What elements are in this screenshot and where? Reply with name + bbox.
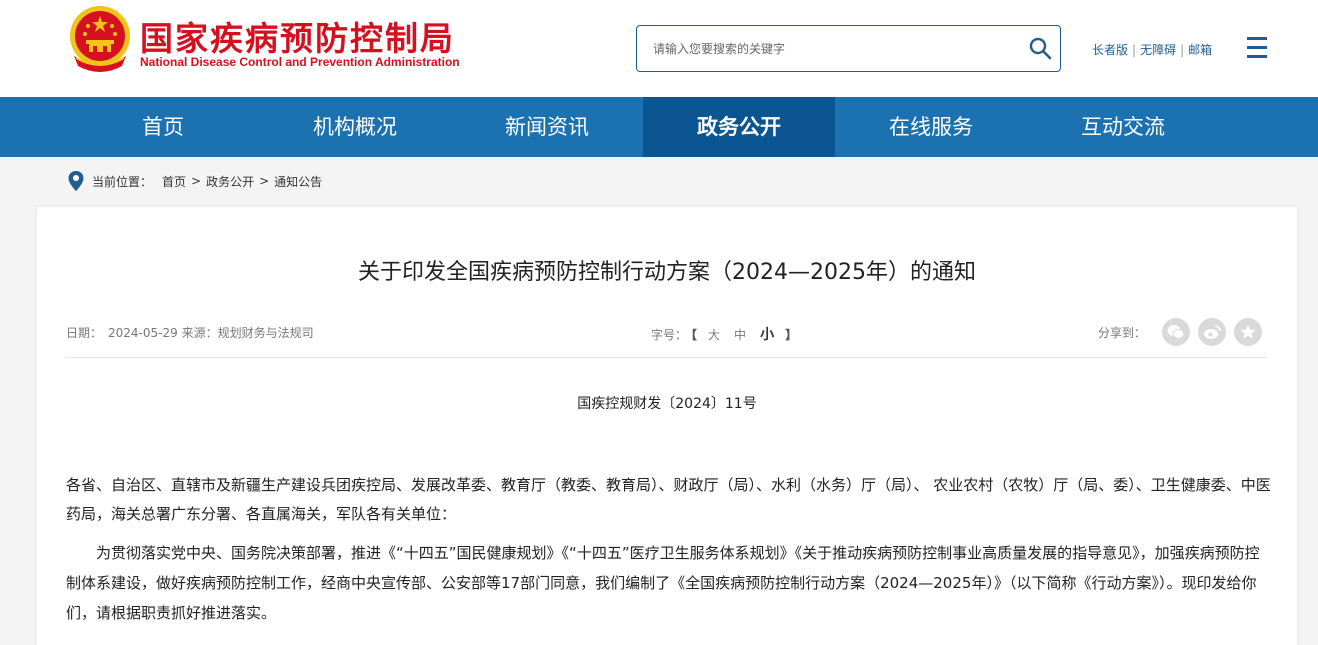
source-label: 来源： bbox=[181, 326, 218, 340]
site-header: 国家疾病预防控制局 National Disease Control and P… bbox=[0, 0, 1318, 97]
hamburger-menu-icon[interactable] bbox=[1247, 37, 1267, 58]
nav-item-interaction[interactable]: 互动交流 bbox=[1027, 97, 1219, 157]
mailbox-link[interactable]: 邮箱 bbox=[1188, 43, 1212, 57]
article-source: 规划财务与法规司 bbox=[217, 326, 314, 340]
location-pin-icon bbox=[68, 171, 84, 191]
font-size-label: 字号： bbox=[651, 328, 688, 342]
wechat-icon[interactable] bbox=[1162, 318, 1190, 346]
search-box bbox=[636, 25, 1061, 72]
favorite-star-icon[interactable] bbox=[1234, 318, 1262, 346]
body-paragraph: 为贯彻落实党中央、国务院决策部署，推进《“十四五”国民健康规划》《“十四五”医疗… bbox=[66, 544, 1260, 622]
recipients-paragraph: 各省、自治区、直辖市及新疆生产建设兵团疾控局、发展改革委、教育厅（教委、教育局）… bbox=[66, 476, 1271, 523]
search-input[interactable] bbox=[637, 26, 1017, 71]
link-separator: | bbox=[1180, 43, 1185, 57]
font-size-control: 字号：【大中小】 bbox=[651, 324, 801, 344]
search-button[interactable] bbox=[1026, 34, 1054, 62]
site-name-cn[interactable]: 国家疾病预防控制局 bbox=[140, 12, 455, 60]
article-title: 关于印发全国疾病预防控制行动方案（2024—2025年）的通知 bbox=[358, 260, 976, 285]
nav-item-news[interactable]: 新闻资讯 bbox=[451, 97, 643, 157]
breadcrumb-separator: > bbox=[191, 174, 202, 188]
article-date: 2024-05-29 bbox=[108, 326, 178, 340]
national-emblem-icon[interactable] bbox=[68, 4, 132, 74]
date-label: 日期： bbox=[66, 326, 103, 340]
document-number: 国疾控规财发〔2024〕11号 bbox=[577, 396, 757, 412]
font-size-bracket-close: 】 bbox=[785, 328, 798, 342]
share-label: 分享到： bbox=[1098, 326, 1147, 340]
breadcrumb: 当前位置： 首页 > 政务公开 > 通知公告 bbox=[68, 169, 322, 193]
article-meta: 日期： 2024-05-29 来源：规划财务与法规司 bbox=[66, 324, 314, 341]
font-size-medium[interactable]: 中 bbox=[734, 328, 746, 342]
nav-item-government-affairs[interactable]: 政务公开 bbox=[643, 97, 835, 157]
font-size-small[interactable]: 小 bbox=[760, 327, 774, 343]
link-separator: | bbox=[1132, 43, 1137, 57]
breadcrumb-prefix: 当前位置： bbox=[92, 174, 153, 189]
article-card: 关于印发全国疾病预防控制行动方案（2024—2025年）的通知 日期： 2024-… bbox=[37, 207, 1297, 645]
font-size-large[interactable]: 大 bbox=[708, 328, 720, 342]
top-links: 长者版 | 无障碍 | 邮箱 bbox=[1092, 41, 1212, 58]
breadcrumb-separator: > bbox=[259, 174, 270, 188]
nav-item-about[interactable]: 机构概况 bbox=[259, 97, 451, 157]
weibo-icon[interactable] bbox=[1198, 318, 1226, 346]
breadcrumb-government-affairs[interactable]: 政务公开 bbox=[206, 173, 254, 190]
nav-item-online-services[interactable]: 在线服务 bbox=[835, 97, 1027, 157]
elder-version-link[interactable]: 长者版 bbox=[1092, 43, 1128, 57]
meta-divider bbox=[66, 357, 1267, 358]
site-name-en[interactable]: National Disease Control and Prevention … bbox=[140, 55, 460, 69]
accessibility-link[interactable]: 无障碍 bbox=[1140, 43, 1176, 57]
breadcrumb-notices[interactable]: 通知公告 bbox=[274, 173, 322, 190]
search-icon bbox=[1029, 37, 1052, 60]
font-size-bracket-open: 【 bbox=[691, 328, 698, 342]
main-nav: 首页 机构概况 新闻资讯 政务公开 在线服务 互动交流 bbox=[0, 97, 1318, 157]
breadcrumb-home[interactable]: 首页 bbox=[162, 173, 186, 190]
nav-item-home[interactable]: 首页 bbox=[67, 97, 259, 157]
